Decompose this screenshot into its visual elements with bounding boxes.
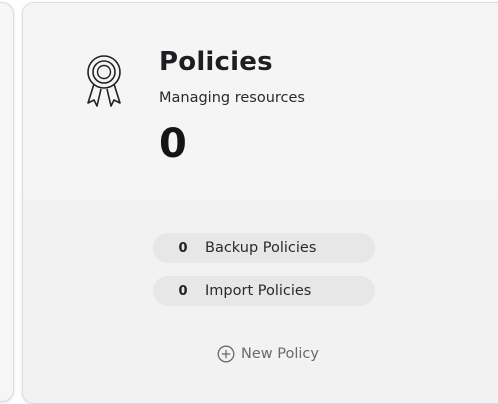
award-ribbon-icon	[87, 55, 121, 107]
policies-card: Policies Managing resources 0 0 Backup P…	[22, 2, 498, 404]
card-header-section: Policies Managing resources 0	[23, 3, 498, 199]
import-policies-pill[interactable]: 0 Import Policies	[153, 276, 375, 306]
policy-count: 0	[159, 121, 187, 167]
backup-policies-pill[interactable]: 0 Backup Policies	[153, 233, 375, 263]
backup-policies-label: Backup Policies	[205, 240, 317, 256]
card-body-section: 0 Backup Policies 0 Import Policies New …	[23, 199, 498, 403]
plus-circle-icon	[217, 345, 235, 363]
new-policy-label: New Policy	[241, 346, 319, 362]
adjacent-card-edge	[0, 2, 14, 402]
card-subtitle: Managing resources	[159, 90, 305, 106]
card-title: Policies	[159, 47, 273, 77]
backup-policies-count: 0	[178, 240, 188, 256]
new-policy-button[interactable]: New Policy	[217, 345, 319, 363]
import-policies-count: 0	[178, 283, 188, 299]
import-policies-label: Import Policies	[205, 283, 312, 299]
